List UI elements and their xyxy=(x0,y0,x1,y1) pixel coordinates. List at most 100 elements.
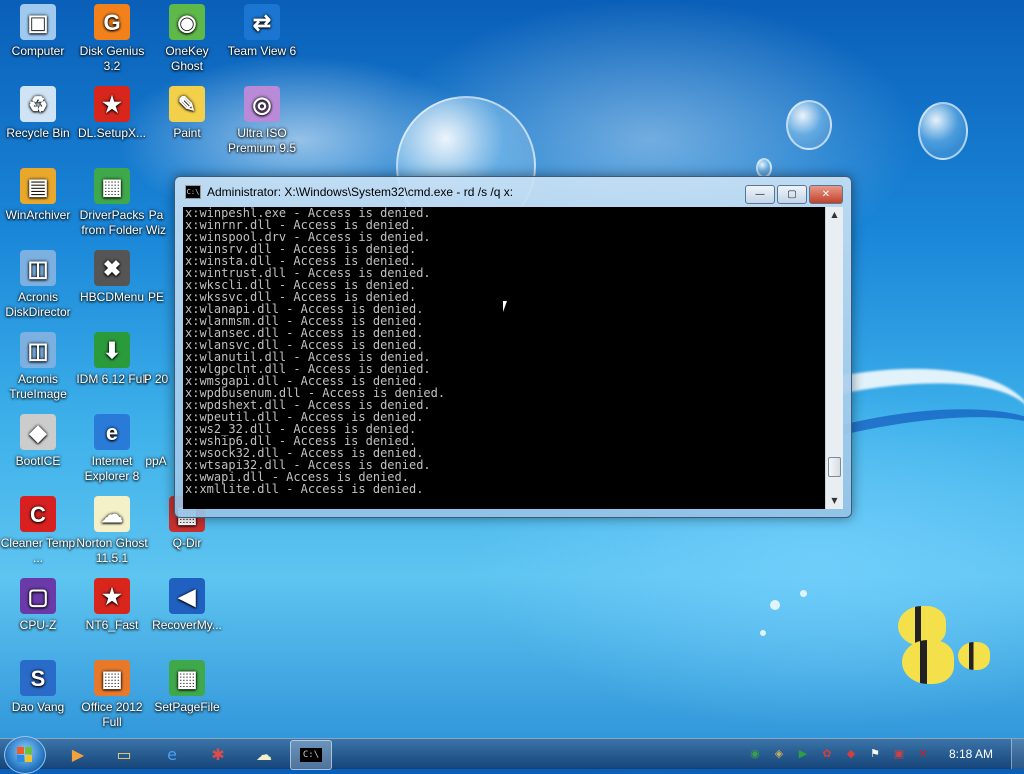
desktop-icon-computer[interactable]: ▣ Computer xyxy=(0,4,76,59)
desktop-icon-paint[interactable]: ✎ Paint xyxy=(149,86,225,141)
desktop-icon-label: Recycle Bin xyxy=(6,126,70,140)
network-tool-icon: ✱ xyxy=(211,744,225,764)
desktop-icon-cleaner[interactable]: C Cleaner Temp ... xyxy=(0,496,76,566)
play-tray-icon[interactable]: ▶ xyxy=(795,746,811,762)
taskbar-button-explorer[interactable]: ▭ xyxy=(104,740,144,768)
desktop-icon-teamviewer[interactable]: ⇄ Team View 6 xyxy=(224,4,300,59)
desktop-icon-label: Norton Ghost 11.5.1 xyxy=(76,536,148,565)
ie-icon: e xyxy=(94,414,130,450)
teamviewer-icon: ⇄ xyxy=(244,4,280,40)
desktop-icon-partial-3[interactable]: P 20 xyxy=(138,332,174,387)
maximize-button[interactable]: ▢ xyxy=(777,185,807,204)
paint-icon: ✎ xyxy=(169,86,205,122)
taskbar-button-cmd-taskbar[interactable]: C:\ xyxy=(290,740,332,770)
office-icon: ▦ xyxy=(94,660,130,696)
desktop-icon-recycle-bin[interactable]: ♻ Recycle Bin xyxy=(0,86,76,141)
wallpaper-bubble-small xyxy=(756,158,772,178)
desktop-icon-label: Ultra ISO Premium 9.5 xyxy=(227,126,297,155)
window-title: Administrator: X:\Windows\System32\cmd.e… xyxy=(207,185,514,199)
desktop-icon-label: BootICE xyxy=(15,454,61,468)
flower-tray-icon[interactable]: ✿ xyxy=(819,746,835,762)
desktop-icon-label: WinArchiver xyxy=(5,208,71,222)
desktop-icon-cpuz[interactable]: ▢ CPU-Z xyxy=(0,578,76,633)
taskbar-button-media-player[interactable]: ▶ xyxy=(58,740,98,768)
driverpacks-icon: ▦ xyxy=(94,168,130,204)
scroll-down-icon[interactable]: ▼ xyxy=(826,493,843,509)
show-desktop-button[interactable] xyxy=(1011,739,1024,769)
desktop-icon-partial-2[interactable]: PE xyxy=(138,250,174,305)
onekey-ghost-icon: ◉ xyxy=(169,4,205,40)
wallpaper-fish xyxy=(902,640,954,684)
ghost-taskbar-icon: ☁ xyxy=(256,744,272,764)
desktop-icon-label: PE xyxy=(147,290,164,304)
tray-app-icon[interactable]: ◈ xyxy=(771,746,787,762)
desktop-icon-acronis-true[interactable]: ◫ Acronis TrueImage xyxy=(0,332,76,402)
taskbar-button-ghost-taskbar[interactable]: ☁ xyxy=(244,740,284,768)
setpagefile-icon: ▦ xyxy=(169,660,205,696)
desktop-icon-label: P 20 xyxy=(143,372,169,386)
window-titlebar[interactable]: C:\ Administrator: X:\Windows\System32\c… xyxy=(175,177,851,207)
tools-icon: ✖ xyxy=(94,250,130,286)
minimize-button[interactable]: — xyxy=(745,185,775,204)
disc-icon: ◎ xyxy=(244,86,280,122)
desktop-icon-disk-genius[interactable]: G Disk Genius 3.2 xyxy=(74,4,150,74)
desktop-icon-acronis-disk[interactable]: ◫ Acronis DiskDirector xyxy=(0,250,76,320)
acronis-true-icon: ◫ xyxy=(20,332,56,368)
desktop-icon-label: Pa Wiz xyxy=(146,208,166,237)
cleaner-icon: C xyxy=(20,496,56,532)
scroll-up-icon[interactable]: ▲ xyxy=(826,207,843,223)
tray-icons: ◉ ◈ ▶ ✿ ◆ ⚑ ▣ ✕ xyxy=(743,746,935,762)
volume-mute-icon[interactable]: ✕ xyxy=(915,746,931,762)
desktop-icon-ghost[interactable]: ☁ Norton Ghost 11.5.1 xyxy=(74,496,150,566)
desktop-icon-label: RecoverMy... xyxy=(152,618,222,632)
shield-tray-icon[interactable]: ◆ xyxy=(843,746,859,762)
taskbar: ▶ ▭ e ✱ ☁ C:\ ◉ ◈ ▶ ✿ ◆ ⚑ ▣ ✕ 8:18 AM xyxy=(0,736,1024,774)
daovang-icon: S xyxy=(20,660,56,696)
mouse-cursor-icon xyxy=(502,299,508,315)
ghost-icon: ☁ xyxy=(94,496,130,532)
media-player-icon: ▶ xyxy=(71,744,85,764)
idm-icon: ⬇ xyxy=(94,332,130,368)
network-tray-icon[interactable]: ◉ xyxy=(747,746,763,762)
desktop-icon-label: CPU-Z xyxy=(19,618,57,632)
desktop-icon-label: ppA xyxy=(145,454,167,468)
desktop-icon-office[interactable]: ▦ Office 2012 Full xyxy=(74,660,150,730)
recycle-bin-icon: ♻ xyxy=(20,86,56,122)
desktop-icon-bootice[interactable]: ◆ BootICE xyxy=(0,414,76,469)
desktop-icon-partial-1[interactable]: Pa Wiz xyxy=(138,168,174,238)
monitor-tray-icon[interactable]: ▣ xyxy=(891,746,907,762)
desktop-icon-daovang[interactable]: S Dao Vang xyxy=(0,660,76,715)
scroll-thumb[interactable] xyxy=(828,457,841,477)
vertical-scrollbar[interactable]: ▲ ▼ xyxy=(825,207,843,509)
wallpaper-splash xyxy=(800,590,807,597)
cmd-window[interactable]: C:\ Administrator: X:\Windows\System32\c… xyxy=(174,176,852,518)
desktop-icon-label: Paint xyxy=(173,126,201,140)
taskbar-button-ie-taskbar[interactable]: e xyxy=(152,740,192,768)
window-controls: — ▢ ✕ xyxy=(743,185,843,204)
desktop-icon-disc[interactable]: ◎ Ultra ISO Premium 9.5 xyxy=(224,86,300,156)
desktop-icon-label: SetPageFile xyxy=(154,700,220,714)
explorer-icon: ▭ xyxy=(116,744,132,764)
desktop-icon-recover[interactable]: ◀ RecoverMy... xyxy=(149,578,225,633)
desktop-icon-partial-4[interactable]: ppA xyxy=(138,414,174,469)
wallpaper-bubble-windows xyxy=(786,100,832,150)
archive-icon: ▤ xyxy=(20,168,56,204)
desktop-icon-nt6-star[interactable]: ★ NT6_Fast xyxy=(74,578,150,633)
console-output[interactable]: x:winpeshl.exe - Access is denied. x:win… xyxy=(183,207,825,509)
clock[interactable]: 8:18 AM xyxy=(949,747,993,761)
desktop-icon-label: Disk Genius 3.2 xyxy=(79,44,145,73)
desktop-icon-label: Office 2012 Full xyxy=(81,700,143,729)
desktop-icon-label: Acronis TrueImage xyxy=(9,372,67,401)
desktop-icon-setpagefile[interactable]: ▦ SetPageFile xyxy=(149,660,225,715)
taskbar-button-network-tool[interactable]: ✱ xyxy=(198,740,238,768)
desktop-icon-onekey-ghost[interactable]: ◉ OneKey Ghost xyxy=(149,4,225,74)
desktop-icon-label: Cleaner Temp ... xyxy=(0,536,76,565)
start-button[interactable] xyxy=(4,736,46,774)
close-button[interactable]: ✕ xyxy=(809,185,843,204)
desktop-icon-archive[interactable]: ▤ WinArchiver xyxy=(0,168,76,223)
desktop-icon-vn-star[interactable]: ★ DL.SetupX... xyxy=(74,86,150,141)
flag-tray-icon[interactable]: ⚑ xyxy=(867,746,883,762)
desktop-icon-label: Dao Vang xyxy=(11,700,65,714)
system-tray: ◉ ◈ ▶ ✿ ◆ ⚑ ▣ ✕ 8:18 AM xyxy=(743,739,1024,769)
console-text: x:winpeshl.exe - Access is denied. x:win… xyxy=(185,207,446,496)
